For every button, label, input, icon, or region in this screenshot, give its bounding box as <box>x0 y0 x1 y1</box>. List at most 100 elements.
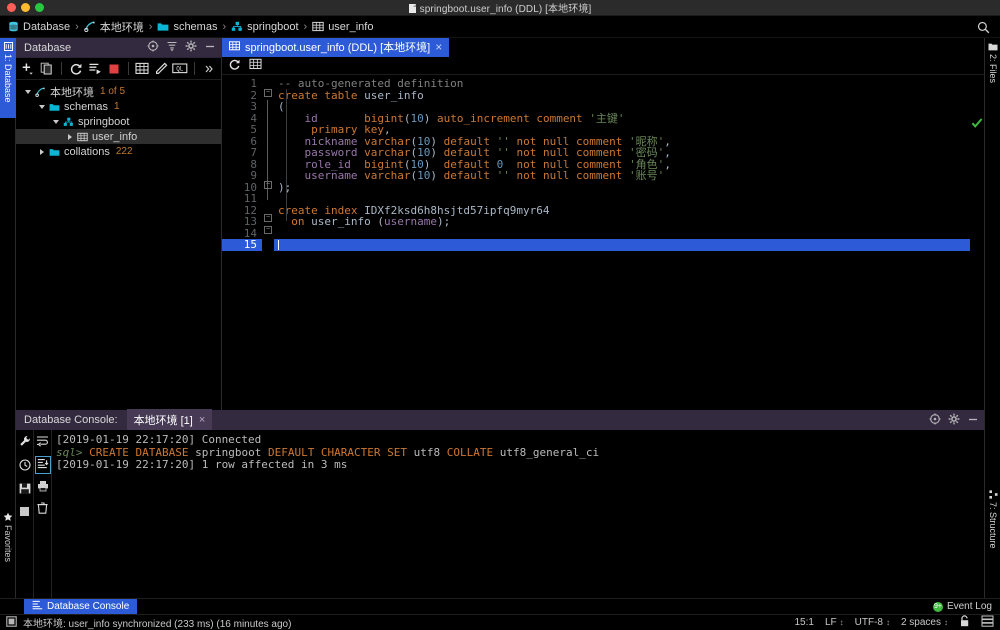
code-lines[interactable]: -- auto-generated definitioncreate table… <box>274 75 984 410</box>
fold-marker-create-index[interactable]: − <box>264 214 272 222</box>
code-token <box>278 215 291 228</box>
breadcrumb-item-table[interactable]: user_info <box>312 21 373 33</box>
bottom-tab-database-console[interactable]: Database Console <box>24 599 137 615</box>
code-token: ) <box>430 169 443 182</box>
add-icon[interactable] <box>20 60 36 78</box>
code-line[interactable]: ); <box>274 182 984 194</box>
save-icon[interactable] <box>19 483 31 497</box>
encoding-selector[interactable]: UTF-8 ↕ <box>855 617 890 628</box>
minimize-icon[interactable] <box>967 413 979 428</box>
code-line[interactable] <box>274 239 984 251</box>
window-title: springboot.user_info (DDL) [本地环境] <box>0 0 1000 15</box>
gear-icon[interactable] <box>185 40 197 55</box>
event-log-button[interactable]: 9+ Event Log <box>933 601 1000 612</box>
line-number[interactable]: 13 <box>222 216 262 228</box>
lock-icon[interactable] <box>959 615 970 630</box>
tree-item-user_info[interactable]: user_info <box>16 129 221 144</box>
line-number[interactable]: 15 <box>222 239 262 251</box>
chevron-right-icon[interactable] <box>36 149 47 155</box>
indent-selector[interactable]: 2 spaces ↕ <box>901 617 948 628</box>
locate-icon[interactable] <box>929 413 941 428</box>
connection-icon <box>35 87 46 97</box>
code-line[interactable]: on user_info (username); <box>274 216 984 228</box>
duplicate-icon[interactable] <box>39 60 55 78</box>
breadcrumb-item-schemas[interactable]: schemas <box>157 21 217 33</box>
editor-tab-user-info[interactable]: springboot.user_info (DDL) [本地环境] × <box>222 38 449 57</box>
tree-item-collations[interactable]: collations222 <box>16 144 221 159</box>
table-editor-icon[interactable] <box>134 60 150 78</box>
refresh-icon[interactable] <box>68 60 84 78</box>
more-icon[interactable] <box>201 60 217 78</box>
sidebar-item-label: 1: Database <box>3 54 13 103</box>
breadcrumb-item-connection[interactable]: 本地环境 <box>84 19 144 35</box>
caret-position-label: 15:1 <box>794 617 813 628</box>
line-number[interactable]: 11 <box>222 193 262 205</box>
run-script-icon[interactable] <box>87 60 103 78</box>
locate-icon[interactable] <box>147 40 159 55</box>
indent-label: 2 spaces <box>901 617 941 628</box>
marker-gutter[interactable] <box>970 75 984 410</box>
soft-wrap-icon[interactable] <box>36 435 49 450</box>
query-console-icon[interactable]: QL <box>172 60 188 78</box>
breadcrumb-item-schema[interactable]: springboot <box>231 21 298 33</box>
line-number[interactable]: 9 <box>222 170 262 182</box>
line-separator-selector[interactable]: LF ↕ <box>825 617 844 628</box>
table-icon[interactable] <box>249 58 262 73</box>
line-number[interactable]: 7 <box>222 147 262 159</box>
tree-item-label: user_info <box>92 131 137 143</box>
console-output-line: [2019-01-19 22:17:20] 1 row affected in … <box>56 459 984 472</box>
fold-marker-end[interactable]: − <box>264 181 272 189</box>
sidebar-item-database[interactable]: 1: Database <box>0 38 16 118</box>
chevron-down-icon[interactable] <box>50 120 61 124</box>
line-number[interactable]: 3 <box>222 101 262 113</box>
close-icon[interactable]: × <box>199 415 205 426</box>
database-status-icon[interactable] <box>981 615 994 630</box>
history-icon[interactable] <box>19 459 31 474</box>
insert-values-icon[interactable] <box>36 457 50 473</box>
code-token: username <box>305 169 358 182</box>
search-icon[interactable] <box>977 21 990 37</box>
code-line[interactable] <box>274 228 984 240</box>
collapse-all-icon[interactable] <box>166 40 178 55</box>
tree-item-本地环境[interactable]: 本地环境1 of 5 <box>16 84 221 99</box>
tree-item-schemas[interactable]: schemas1 <box>16 99 221 114</box>
line-number[interactable]: 1 <box>222 78 262 90</box>
refresh-icon[interactable] <box>228 58 241 74</box>
stop-icon[interactable] <box>106 60 122 78</box>
stop-icon[interactable] <box>19 506 30 520</box>
event-badge: 9+ <box>933 602 943 612</box>
sidebar-item-structure[interactable]: 7: Structure <box>985 486 1000 586</box>
tree-item-label: 本地环境 <box>50 84 94 100</box>
line-number[interactable]: 5 <box>222 124 262 136</box>
minimize-icon[interactable] <box>204 40 216 55</box>
breadcrumb-item-database[interactable]: Database <box>8 21 70 33</box>
tree-item-springboot[interactable]: springboot <box>16 114 221 129</box>
text-caret <box>278 240 279 250</box>
code-line[interactable]: create table user_info <box>274 90 984 102</box>
console-second-toolbar <box>34 430 52 598</box>
wrench-icon[interactable] <box>19 435 31 450</box>
console-tab[interactable]: 本地环境 [1] × <box>127 409 213 431</box>
fold-marker-index-end[interactable]: − <box>264 226 272 234</box>
console-output[interactable]: [2019-01-19 22:17:20] Connectedsql> CREA… <box>52 430 984 598</box>
chevron-down-icon[interactable] <box>36 105 47 109</box>
console-scrollbar[interactable] <box>974 430 984 598</box>
chevron-right-icon[interactable] <box>64 134 75 140</box>
chevron-updown-icon: ↕ <box>944 618 948 627</box>
gear-icon[interactable] <box>948 413 960 428</box>
sidebar-item-files[interactable]: 2: Files <box>985 38 1000 110</box>
trash-icon[interactable] <box>37 502 48 517</box>
fold-marker-create-table[interactable]: − <box>264 89 272 97</box>
code-token: on <box>291 215 311 228</box>
bottom-tab-label: Database Console <box>47 601 129 612</box>
print-icon[interactable] <box>37 480 49 495</box>
chevron-down-icon[interactable] <box>22 90 33 94</box>
edit-icon[interactable] <box>153 60 169 78</box>
code-line[interactable]: username varchar(10) default '' not null… <box>274 170 984 182</box>
close-icon[interactable]: × <box>435 41 442 53</box>
code-editor[interactable]: 123456789101112131415 − − − − -- auto-ge… <box>222 75 984 410</box>
sidebar-item-favorites[interactable]: Favorites <box>0 508 16 586</box>
code-token: ); <box>278 181 291 194</box>
caret-position[interactable]: 15:1 <box>794 617 813 628</box>
fold-gutter[interactable]: − − − − <box>262 75 274 410</box>
